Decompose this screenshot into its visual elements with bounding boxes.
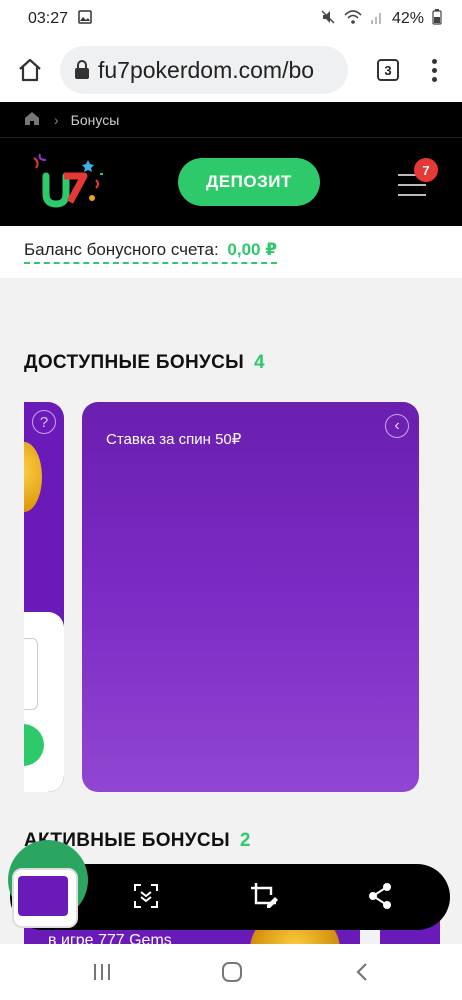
- menu-dot: [431, 76, 437, 82]
- menu-dot: [431, 67, 437, 73]
- bonus-balance-label: Баланс бонусного счета:: [24, 240, 219, 259]
- tab-switcher-button[interactable]: 3: [362, 59, 414, 81]
- bonus-card[interactable]: Ставка за спин 50₽ ‹: [82, 402, 419, 792]
- back-nav-icon[interactable]: [346, 956, 378, 988]
- scroll-capture-icon[interactable]: [130, 880, 162, 912]
- available-bonuses-count: 4: [254, 352, 265, 373]
- tab-count: 3: [377, 59, 399, 81]
- question-icon[interactable]: ?: [32, 410, 56, 434]
- system-navigation-bar: [0, 944, 462, 1000]
- gallery-icon: [78, 9, 92, 29]
- browser-home-button[interactable]: [0, 38, 60, 102]
- home-icon: [19, 58, 41, 82]
- bonus-card-title: Ставка за спин 50₽: [106, 431, 242, 448]
- deposit-button[interactable]: ДЕПОЗИТ: [178, 158, 320, 206]
- mute-icon: [320, 9, 336, 30]
- recent-apps-icon[interactable]: [86, 956, 118, 988]
- breadcrumb-current: Бонусы: [70, 111, 120, 128]
- active-bonuses-count: 2: [239, 830, 251, 851]
- bonus-balance-value: 0,00 ₽: [227, 240, 278, 259]
- battery-label: 42%: [391, 10, 424, 27]
- share-icon[interactable]: [364, 880, 396, 912]
- menu-notification-badge: 7: [414, 158, 438, 182]
- signal-icon: [370, 9, 384, 30]
- bonus-card-input[interactable]: [24, 638, 38, 710]
- bonus-card-previous[interactable]: ?: [24, 402, 64, 792]
- status-bar: 03:27 42%: [0, 0, 462, 38]
- address-bar[interactable]: fu7pokerdom.com/bo: [60, 46, 348, 94]
- lock-icon: [75, 60, 89, 79]
- pokerdom-logo[interactable]: [26, 150, 108, 214]
- crop-edit-icon[interactable]: [248, 880, 280, 912]
- available-bonuses-heading: ДОСТУПНЫЕ БОНУСЫ 4: [24, 352, 265, 374]
- available-bonuses-title: ДОСТУПНЫЕ БОНУСЫ: [24, 352, 245, 373]
- wifi-icon: [344, 9, 362, 30]
- chevron-right-icon: ›: [54, 111, 59, 128]
- battery-icon: [432, 8, 442, 30]
- menu-dot: [431, 58, 437, 64]
- bonus-balance: Баланс бонусного счета: 0,00 ₽: [0, 226, 462, 278]
- screenshot-thumbnail[interactable]: [12, 868, 78, 928]
- browser-menu-button[interactable]: [414, 58, 454, 82]
- breadcrumb-home-icon[interactable]: [24, 111, 40, 129]
- menu-line: [398, 184, 426, 186]
- bonus-balance-link[interactable]: Баланс бонусного счета: 0,00 ₽: [24, 240, 278, 264]
- clock: 03:27: [28, 10, 69, 27]
- home-nav-icon[interactable]: [216, 956, 248, 988]
- chevron-left-icon[interactable]: ‹: [385, 414, 409, 438]
- bonus-artwork: [24, 442, 42, 512]
- site-header: ДЕПОЗИТ: [0, 138, 462, 226]
- breadcrumb: › Бонусы: [0, 102, 462, 138]
- url-text: fu7pokerdom.com/bo: [98, 56, 315, 83]
- thumbnail-preview: [18, 876, 68, 916]
- browser-toolbar: fu7pokerdom.com/bo 3: [0, 38, 462, 102]
- menu-line: [398, 194, 426, 196]
